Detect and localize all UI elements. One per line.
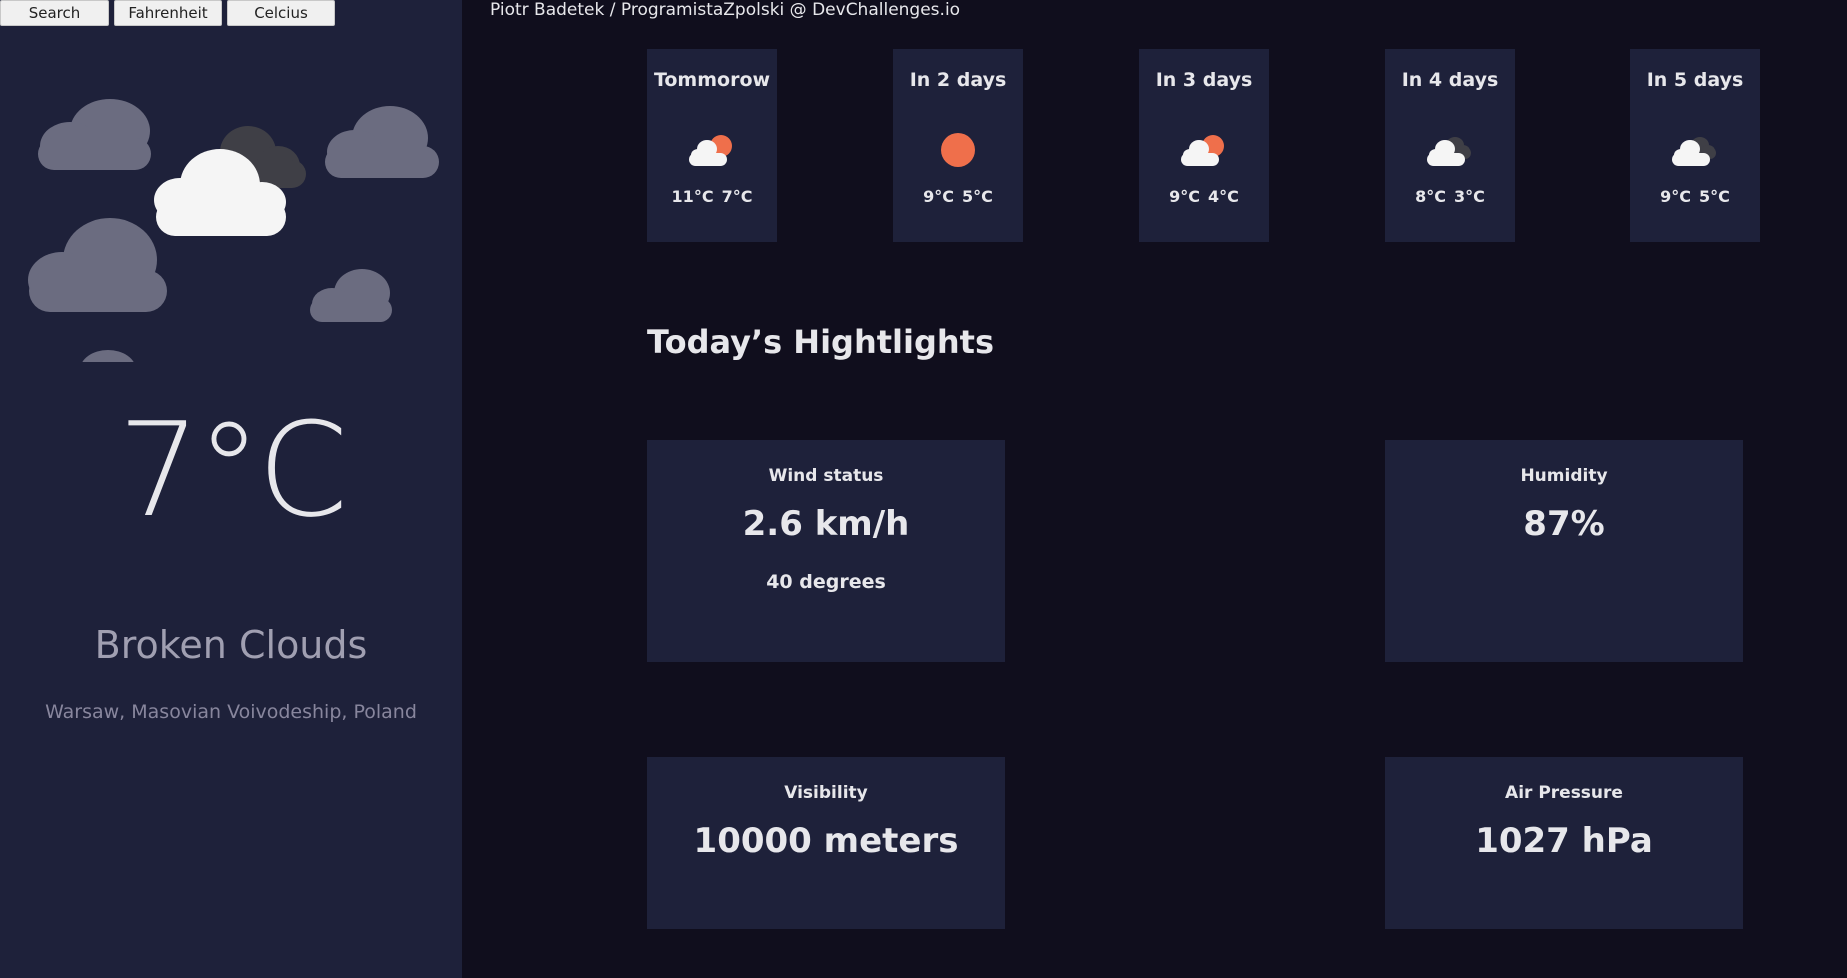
forecast-card: In 3 days 9°C 4°C xyxy=(1139,49,1269,242)
broken-clouds-icon xyxy=(1630,129,1760,171)
celsius-button[interactable]: Celcius xyxy=(227,0,335,26)
forecast-max-temp: 9°C xyxy=(1660,187,1691,206)
humidity-label: Humidity xyxy=(1520,466,1608,486)
wind-direction-value: 40 degrees xyxy=(766,571,886,593)
forecast-max-temp: 11°C xyxy=(671,187,714,206)
forecast-day: In 4 days xyxy=(1401,69,1499,91)
wind-status-label: Wind status xyxy=(768,466,884,486)
background-clouds-illustration xyxy=(0,80,462,362)
visibility-card: Visibility 10000 meters xyxy=(647,757,1005,929)
forecast-day: In 5 days xyxy=(1646,69,1744,91)
sidebar: Search Fahrenheit Celcius 7°C Broken Clo… xyxy=(0,0,462,978)
clouds-icon xyxy=(28,99,439,362)
sun-icon xyxy=(893,129,1023,171)
weather-condition: Broken Clouds xyxy=(94,623,368,667)
humidity-card: Humidity 87% xyxy=(1385,440,1743,662)
forecast-temps: 8°C 3°C xyxy=(1385,187,1515,206)
forecast-card: In 4 days 8°C 3°C xyxy=(1385,49,1515,242)
forecast-min-temp: 4°C xyxy=(1208,187,1239,206)
forecast-min-temp: 7°C xyxy=(721,187,753,206)
author-credit: Piotr Badetek / ProgramistaZpolski @ Dev… xyxy=(490,0,961,20)
forecast-max-temp: 9°C xyxy=(1169,187,1200,206)
search-button[interactable]: Search xyxy=(0,0,109,26)
forecast-min-temp: 5°C xyxy=(1699,187,1730,206)
highlights-title: Today’s Hightlights xyxy=(647,323,994,361)
location-label: Warsaw, Masovian Voivodeship, Poland xyxy=(45,701,417,723)
air-pressure-card: Air Pressure 1027 hPa xyxy=(1385,757,1743,929)
current-temperature: 7°C xyxy=(117,394,348,546)
air-pressure-label: Air Pressure xyxy=(1505,783,1623,803)
forecast-card: In 5 days 9°C 5°C xyxy=(1630,49,1760,242)
forecast-day: Tommorow xyxy=(653,69,771,91)
air-pressure-value: 1027 hPa xyxy=(1475,821,1653,861)
visibility-value: 10000 meters xyxy=(693,821,959,861)
forecast-temps: 11°C 7°C xyxy=(647,187,777,206)
forecast-max-temp: 8°C xyxy=(1415,187,1446,206)
broken-clouds-icon xyxy=(1385,129,1515,171)
forecast-min-temp: 3°C xyxy=(1454,187,1485,206)
forecast-temps: 9°C 4°C xyxy=(1139,187,1269,206)
partly-cloudy-icon xyxy=(1139,129,1269,171)
wind-status-card: Wind status 2.6 km/h 40 degrees xyxy=(647,440,1005,662)
forecast-max-temp: 9°C xyxy=(923,187,954,206)
forecast-day: In 3 days xyxy=(1155,69,1253,91)
forecast-temps: 9°C 5°C xyxy=(1630,187,1760,206)
forecast-card: Tommorow 11°C 7°C xyxy=(647,49,777,242)
forecast-card: In 2 days 9°C 5°C xyxy=(893,49,1023,242)
wind-speed-value: 2.6 km/h xyxy=(742,504,910,544)
forecast-min-temp: 5°C xyxy=(962,187,993,206)
visibility-label: Visibility xyxy=(784,783,868,803)
humidity-value: 87% xyxy=(1523,504,1605,544)
partly-cloudy-icon xyxy=(647,129,777,171)
fahrenheit-button[interactable]: Fahrenheit xyxy=(114,0,222,26)
forecast-day: In 2 days xyxy=(909,69,1007,91)
forecast-temps: 9°C 5°C xyxy=(893,187,1023,206)
